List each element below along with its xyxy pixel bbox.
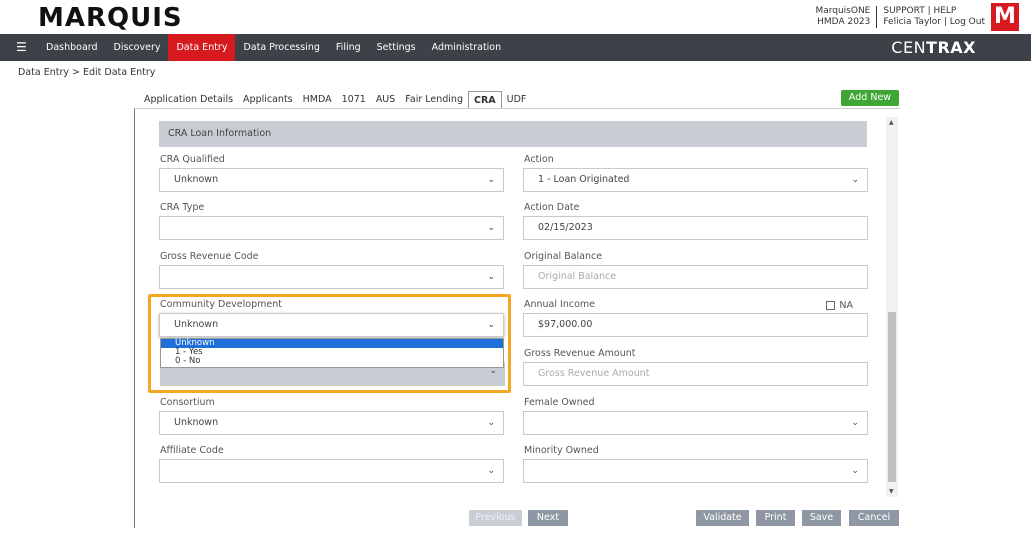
cra-qualified-select[interactable]: Unknown ⌄ <box>159 168 504 192</box>
highlight-box <box>148 294 511 393</box>
nav-settings[interactable]: Settings <box>369 34 424 61</box>
scroll-up-icon[interactable]: ▲ <box>889 119 894 126</box>
consortium-label: Consortium <box>160 397 215 408</box>
action-date-input[interactable]: 02/15/2023 <box>523 216 868 240</box>
chevron-down-icon: ⌄ <box>487 223 495 233</box>
nav-administration[interactable]: Administration <box>424 34 510 61</box>
add-new-button[interactable]: Add New <box>841 90 899 106</box>
nav-discovery[interactable]: Discovery <box>106 34 169 61</box>
marquis-logo[interactable]: MARQUIS <box>38 3 183 33</box>
nav-data-processing[interactable]: Data Processing <box>235 34 327 61</box>
affiliate-code-label: Affiliate Code <box>160 445 224 456</box>
chevron-down-icon: ⌄ <box>487 175 495 185</box>
action-date-label: Action Date <box>524 202 580 213</box>
tab-1071[interactable]: 1071 <box>337 91 371 109</box>
cra-type-select[interactable]: ⌄ <box>159 216 504 240</box>
chevron-down-icon: ⌄ <box>851 466 859 476</box>
annual-income-label: Annual Income <box>524 299 595 310</box>
female-owned-select[interactable]: ⌄ <box>523 411 868 435</box>
hamburger-icon[interactable]: ☰ <box>16 40 27 54</box>
gross-revenue-amount-input[interactable]: Gross Revenue Amount <box>523 362 868 386</box>
user-info: MarquisONE HMDA 2023 SUPPORT | HELP Feli… <box>815 6 985 28</box>
dataset-name: HMDA 2023 <box>817 17 871 27</box>
nav-dashboard[interactable]: Dashboard <box>38 34 106 61</box>
consortium-select[interactable]: Unknown ⌄ <box>159 411 504 435</box>
scrollbar-thumb[interactable] <box>888 312 896 482</box>
chevron-down-icon: ⌄ <box>487 272 495 282</box>
female-owned-label: Female Owned <box>524 397 595 408</box>
section-title: CRA Loan Information <box>159 121 867 147</box>
top-header: MARQUIS MarquisONE HMDA 2023 SUPPORT | H… <box>0 0 1031 34</box>
vertical-scrollbar[interactable]: ▲ ▼ <box>886 117 898 497</box>
validate-button[interactable]: Validate <box>696 510 749 526</box>
chevron-down-icon: ⌄ <box>487 418 495 428</box>
cra-qualified-label: CRA Qualified <box>160 154 225 165</box>
support-help-links[interactable]: SUPPORT | HELP <box>883 6 985 17</box>
previous-button[interactable]: Previous <box>469 510 522 526</box>
chevron-down-icon: ⌄ <box>851 418 859 428</box>
tab-hmda[interactable]: HMDA <box>298 91 337 109</box>
affiliate-code-select[interactable]: ⌄ <box>159 459 504 483</box>
scroll-down-icon[interactable]: ▼ <box>889 488 894 495</box>
gross-revenue-amount-label: Gross Revenue Amount <box>524 348 636 359</box>
minority-owned-select[interactable]: ⌄ <box>523 459 868 483</box>
centrax-logo: CENTRAX <box>891 38 976 57</box>
next-button[interactable]: Next <box>528 510 568 526</box>
tab-fair-lending[interactable]: Fair Lending <box>400 91 468 109</box>
tab-application-details[interactable]: Application Details <box>139 91 238 109</box>
gross-revenue-code-label: Gross Revenue Code <box>160 251 259 262</box>
cra-type-label: CRA Type <box>160 202 205 213</box>
cancel-button[interactable]: Cancel <box>849 510 899 526</box>
product-name: MarquisONE <box>815 6 871 16</box>
print-button[interactable]: Print <box>756 510 795 526</box>
original-balance-input[interactable]: Original Balance <box>523 265 868 289</box>
action-label: Action <box>524 154 554 165</box>
minority-owned-label: Minority Owned <box>524 445 599 456</box>
original-balance-label: Original Balance <box>524 251 603 262</box>
tab-cra[interactable]: CRA <box>468 91 502 109</box>
main-nav: ☰ Dashboard Discovery Data Entry Data Pr… <box>0 34 1031 61</box>
checkbox-icon <box>826 301 836 310</box>
marquis-m-logo: M <box>991 3 1019 31</box>
gross-revenue-code-select[interactable]: ⌄ <box>159 265 504 289</box>
save-button[interactable]: Save <box>802 510 841 526</box>
annual-income-input[interactable]: $97,000.00 <box>523 313 868 337</box>
action-select[interactable]: 1 - Loan Originated ⌄ <box>523 168 868 192</box>
nav-filing[interactable]: Filing <box>328 34 369 61</box>
tab-aus[interactable]: AUS <box>371 91 400 109</box>
annual-income-na-checkbox[interactable]: NA <box>826 300 853 311</box>
nav-data-entry[interactable]: Data Entry <box>168 34 236 61</box>
user-logout[interactable]: Felicia Taylor | Log Out <box>883 17 985 28</box>
tab-udf[interactable]: UDF <box>502 91 532 109</box>
chevron-down-icon: ⌄ <box>851 175 859 185</box>
tab-bar: Application Details Applicants HMDA 1071… <box>139 91 531 109</box>
tab-applicants[interactable]: Applicants <box>238 91 298 109</box>
breadcrumb[interactable]: Data Entry > Edit Data Entry <box>18 67 155 78</box>
chevron-down-icon: ⌄ <box>487 466 495 476</box>
